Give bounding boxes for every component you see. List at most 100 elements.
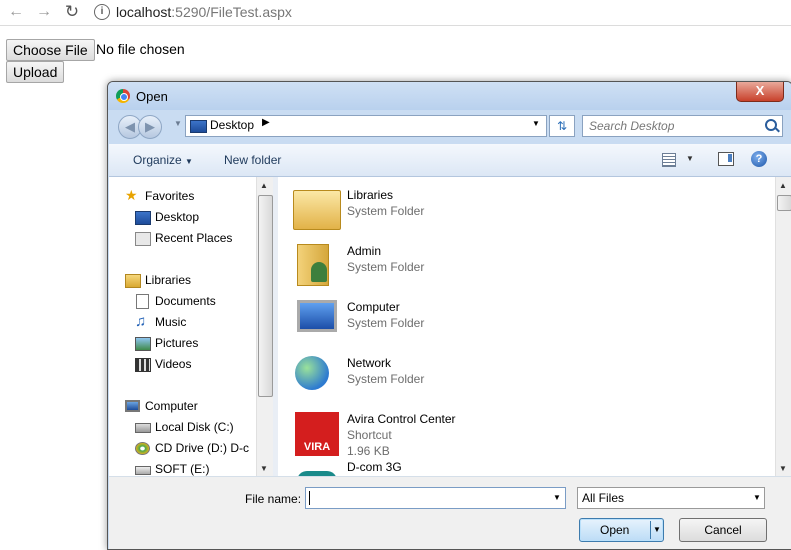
open-dialog: Open X ◀ ▶ ▼ Desktop ▶ ▼ ⇅ Search Deskto… [107, 81, 791, 550]
libraries-folder-icon [293, 190, 341, 230]
url-path: :5290/FileTest.aspx [171, 4, 292, 20]
file-item-computer[interactable]: Computer System Folder [283, 294, 583, 348]
music-icon: ♫ [135, 313, 147, 330]
file-name-input[interactable]: ▼ [305, 487, 566, 509]
nav-label: Pictures [155, 336, 199, 350]
file-type: System Folder [347, 204, 425, 218]
browser-toolbar: ← → ↻ i localhost:5290/FileTest.aspx [0, 0, 791, 26]
file-item-avira[interactable]: VIRA Avira Control Center Shortcut 1.96 … [283, 406, 583, 460]
search-icon[interactable] [765, 119, 777, 131]
location-bar[interactable]: Desktop ▶ ▼ [185, 115, 547, 137]
nav-label: SOFT (E:) [155, 462, 210, 476]
change-view-icon[interactable] [662, 153, 676, 167]
file-type: System Folder [347, 316, 425, 330]
user-avatar-icon [311, 262, 327, 282]
avira-icon: VIRA [295, 412, 339, 456]
scroll-down-icon[interactable]: ▼ [260, 464, 268, 473]
dialog-footer: File name: ▼ All Files ▼ Open ▼ Cancel [109, 476, 791, 549]
forward-arrow-icon[interactable]: → [34, 2, 54, 22]
documents-icon [136, 294, 149, 309]
url-host: localhost [116, 4, 172, 20]
drive-icon [135, 466, 151, 475]
recent-locations-dropdown-icon[interactable]: ▼ [174, 119, 182, 128]
nav-label: Recent Places [155, 231, 233, 245]
file-name: D-com 3G [347, 462, 402, 474]
dialog-title: Open [136, 89, 168, 104]
file-item-libraries[interactable]: Libraries System Folder [283, 182, 583, 236]
nav-label: Computer [145, 399, 198, 413]
file-name: Network [347, 356, 392, 370]
open-button[interactable]: Open ▼ [579, 518, 664, 542]
close-button[interactable]: X [736, 82, 784, 102]
breadcrumb-arrow-icon[interactable]: ▶ [262, 117, 270, 128]
back-arrow-icon[interactable]: ← [6, 2, 26, 22]
nav-label: Music [155, 315, 187, 329]
refresh-button[interactable]: ⇅ [549, 115, 575, 137]
search-input[interactable]: Search Desktop [582, 115, 783, 137]
recent-places-icon [135, 232, 151, 246]
view-dropdown-icon[interactable]: ▼ [686, 154, 694, 163]
open-options-dropdown-icon[interactable]: ▼ [653, 525, 661, 534]
command-bar: Organize ▼ New folder ▼ ? [109, 144, 791, 177]
nav-label: Desktop [155, 210, 200, 224]
preview-pane-icon[interactable] [718, 152, 734, 166]
organize-label: Organize [133, 153, 182, 167]
open-label: Open [600, 523, 630, 537]
file-list-scrollbar[interactable]: ▲ ▼ [775, 177, 791, 476]
file-type: System Folder [347, 260, 425, 274]
local-disk-icon [135, 423, 151, 433]
navigation-pane: ★ Favorites Desktop Recent Places Librar… [109, 177, 273, 476]
cancel-button[interactable]: Cancel [679, 518, 767, 542]
navigation-scrollbar[interactable]: ▲ ▼ [256, 177, 273, 476]
videos-icon [135, 358, 151, 372]
location-text[interactable]: Desktop [210, 118, 254, 132]
cd-drive-icon [135, 442, 150, 455]
text-caret [309, 491, 310, 505]
nav-label: Local Disk (C:) [155, 420, 234, 434]
address-row: ◀ ▶ ▼ Desktop ▶ ▼ ⇅ Search Desktop [108, 110, 791, 144]
choose-file-button[interactable]: Choose File [6, 39, 95, 61]
file-name-label: File name: [245, 492, 302, 506]
network-icon [295, 356, 329, 390]
scrollbar-thumb[interactable] [777, 195, 791, 211]
file-name: Computer [347, 300, 400, 314]
scroll-up-icon[interactable]: ▲ [779, 181, 787, 190]
file-name: Admin [347, 244, 382, 258]
reload-icon[interactable]: ↻ [62, 2, 82, 22]
address-bar[interactable]: localhost:5290/FileTest.aspx [116, 4, 292, 20]
file-name-dropdown-icon[interactable]: ▼ [553, 493, 561, 502]
scroll-down-icon[interactable]: ▼ [779, 464, 787, 473]
file-name: Avira Control Center [347, 412, 456, 426]
new-folder-button[interactable]: New folder [224, 153, 281, 167]
file-type: Shortcut [347, 428, 392, 442]
scrollbar-thumb[interactable] [258, 195, 273, 397]
computer-icon [125, 400, 140, 412]
desktop-icon [135, 211, 151, 225]
organize-button[interactable]: Organize ▼ [133, 153, 193, 167]
forward-button[interactable]: ▶ [138, 115, 162, 139]
upload-button[interactable]: Upload [6, 61, 65, 83]
chevron-down-icon: ▼ [185, 157, 193, 166]
search-placeholder: Search Desktop [589, 119, 675, 133]
nav-label: Videos [155, 357, 192, 371]
file-item-admin[interactable]: Admin System Folder [283, 238, 583, 292]
file-type-select[interactable]: All Files ▼ [577, 487, 765, 509]
dialog-titlebar[interactable]: Open X [108, 82, 791, 110]
nav-label: CD Drive (D:) D-c [155, 441, 249, 455]
file-item-network[interactable]: Network System Folder [283, 350, 583, 404]
libraries-icon [125, 274, 141, 288]
help-icon[interactable]: ? [751, 151, 767, 167]
info-icon[interactable]: i [94, 4, 110, 20]
location-dropdown-icon[interactable]: ▼ [532, 119, 540, 128]
history-buttons: ◀ ▶ [118, 115, 170, 139]
star-icon: ★ [125, 187, 138, 203]
split-divider [650, 521, 651, 539]
file-size: 1.96 KB [347, 444, 390, 458]
file-name: Libraries [347, 188, 394, 202]
scroll-up-icon[interactable]: ▲ [260, 181, 268, 190]
file-item-dcom[interactable]: D-com 3G [283, 462, 583, 476]
chevron-down-icon: ▼ [753, 493, 761, 502]
no-file-text: No file chosen [96, 41, 185, 57]
chrome-icon [116, 89, 130, 103]
file-type-value: All Files [582, 491, 625, 505]
